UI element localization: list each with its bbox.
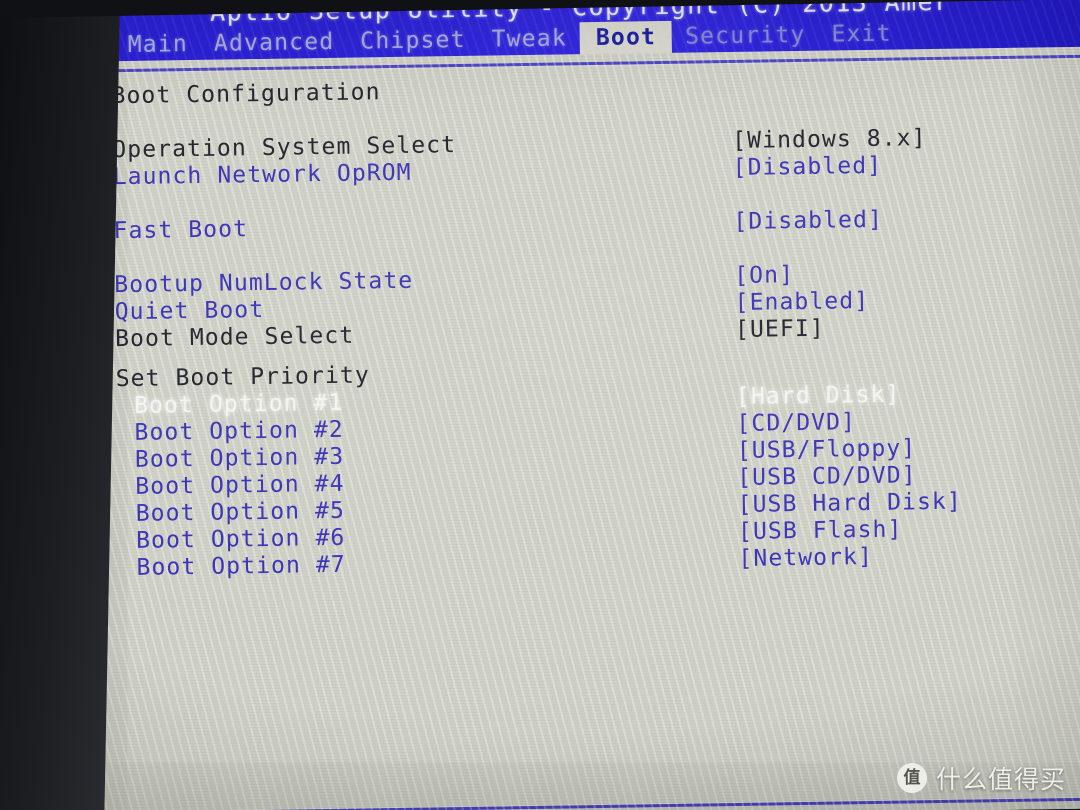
- setting-value[interactable]: [UEFI]: [735, 316, 825, 344]
- tab-exit[interactable]: Exit: [818, 17, 905, 53]
- setting-label: Fast Boot: [113, 216, 249, 245]
- boot-option-value[interactable]: [Hard Disk]: [736, 382, 901, 411]
- tab-tweak[interactable]: Tweak: [478, 22, 580, 58]
- bios-photo: Aptio Setup Utility - Copyright (C) 2013…: [0, 0, 1080, 810]
- section-title: Boot Configuration: [111, 79, 381, 110]
- boot-option-value[interactable]: [CD/DVD]: [736, 409, 856, 438]
- watermark-text: 什么值得买: [935, 765, 1066, 794]
- boot-option-value[interactable]: [USB CD/DVD]: [737, 462, 917, 492]
- boot-settings-content: Boot Configuration Operation System Sele…: [111, 69, 1078, 582]
- setting-value[interactable]: [Enabled]: [734, 288, 869, 317]
- watermark: 值 什么值得买: [896, 760, 1066, 796]
- boot-option-value[interactable]: [Network]: [738, 544, 873, 573]
- setting-label: Launch Network OpROM: [112, 159, 412, 191]
- settings-list: Operation System Select [Windows 8.x] Laun…: [112, 123, 1075, 353]
- setting-value[interactable]: [Disabled]: [733, 207, 883, 236]
- bios-main-panel: Boot Configuration Operation System Sele…: [57, 46, 1080, 810]
- boot-option-value[interactable]: [USB Hard Disk]: [737, 489, 962, 519]
- boot-option-label: Boot Option #4: [135, 470, 345, 500]
- boot-option-value[interactable]: [USB/Floppy]: [737, 435, 917, 465]
- watermark-logo-icon: 值: [896, 763, 927, 793]
- boot-option-label: Boot Option #5: [135, 497, 346, 527]
- setting-value[interactable]: [Windows 8.x]: [732, 125, 927, 155]
- tab-main[interactable]: Main: [115, 28, 202, 64]
- boot-option-label: Boot Option #6: [135, 524, 346, 554]
- boot-priority-list: Boot Option #1 [Hard Disk] Boot Option #2 […: [116, 379, 1079, 582]
- setting-value[interactable]: [On]: [734, 262, 794, 290]
- boot-option-value[interactable]: [USB Flash]: [738, 517, 903, 546]
- setting-value[interactable]: [Disabled]: [732, 153, 882, 182]
- setting-label: Quiet Boot: [114, 296, 265, 326]
- priority-title: Set Boot Priority: [115, 362, 370, 393]
- boot-option-label: Boot Option #1: [133, 389, 344, 419]
- boot-option-label: Boot Option #2: [134, 416, 344, 446]
- monitor-bezel-left: [0, 0, 121, 810]
- bios-screen: Aptio Setup Utility - Copyright (C) 2013…: [56, 0, 1080, 810]
- boot-option-label: Boot Option #7: [136, 551, 346, 581]
- setting-label: Boot Mode Select: [114, 322, 355, 353]
- boot-option-label: Boot Option #3: [134, 443, 345, 473]
